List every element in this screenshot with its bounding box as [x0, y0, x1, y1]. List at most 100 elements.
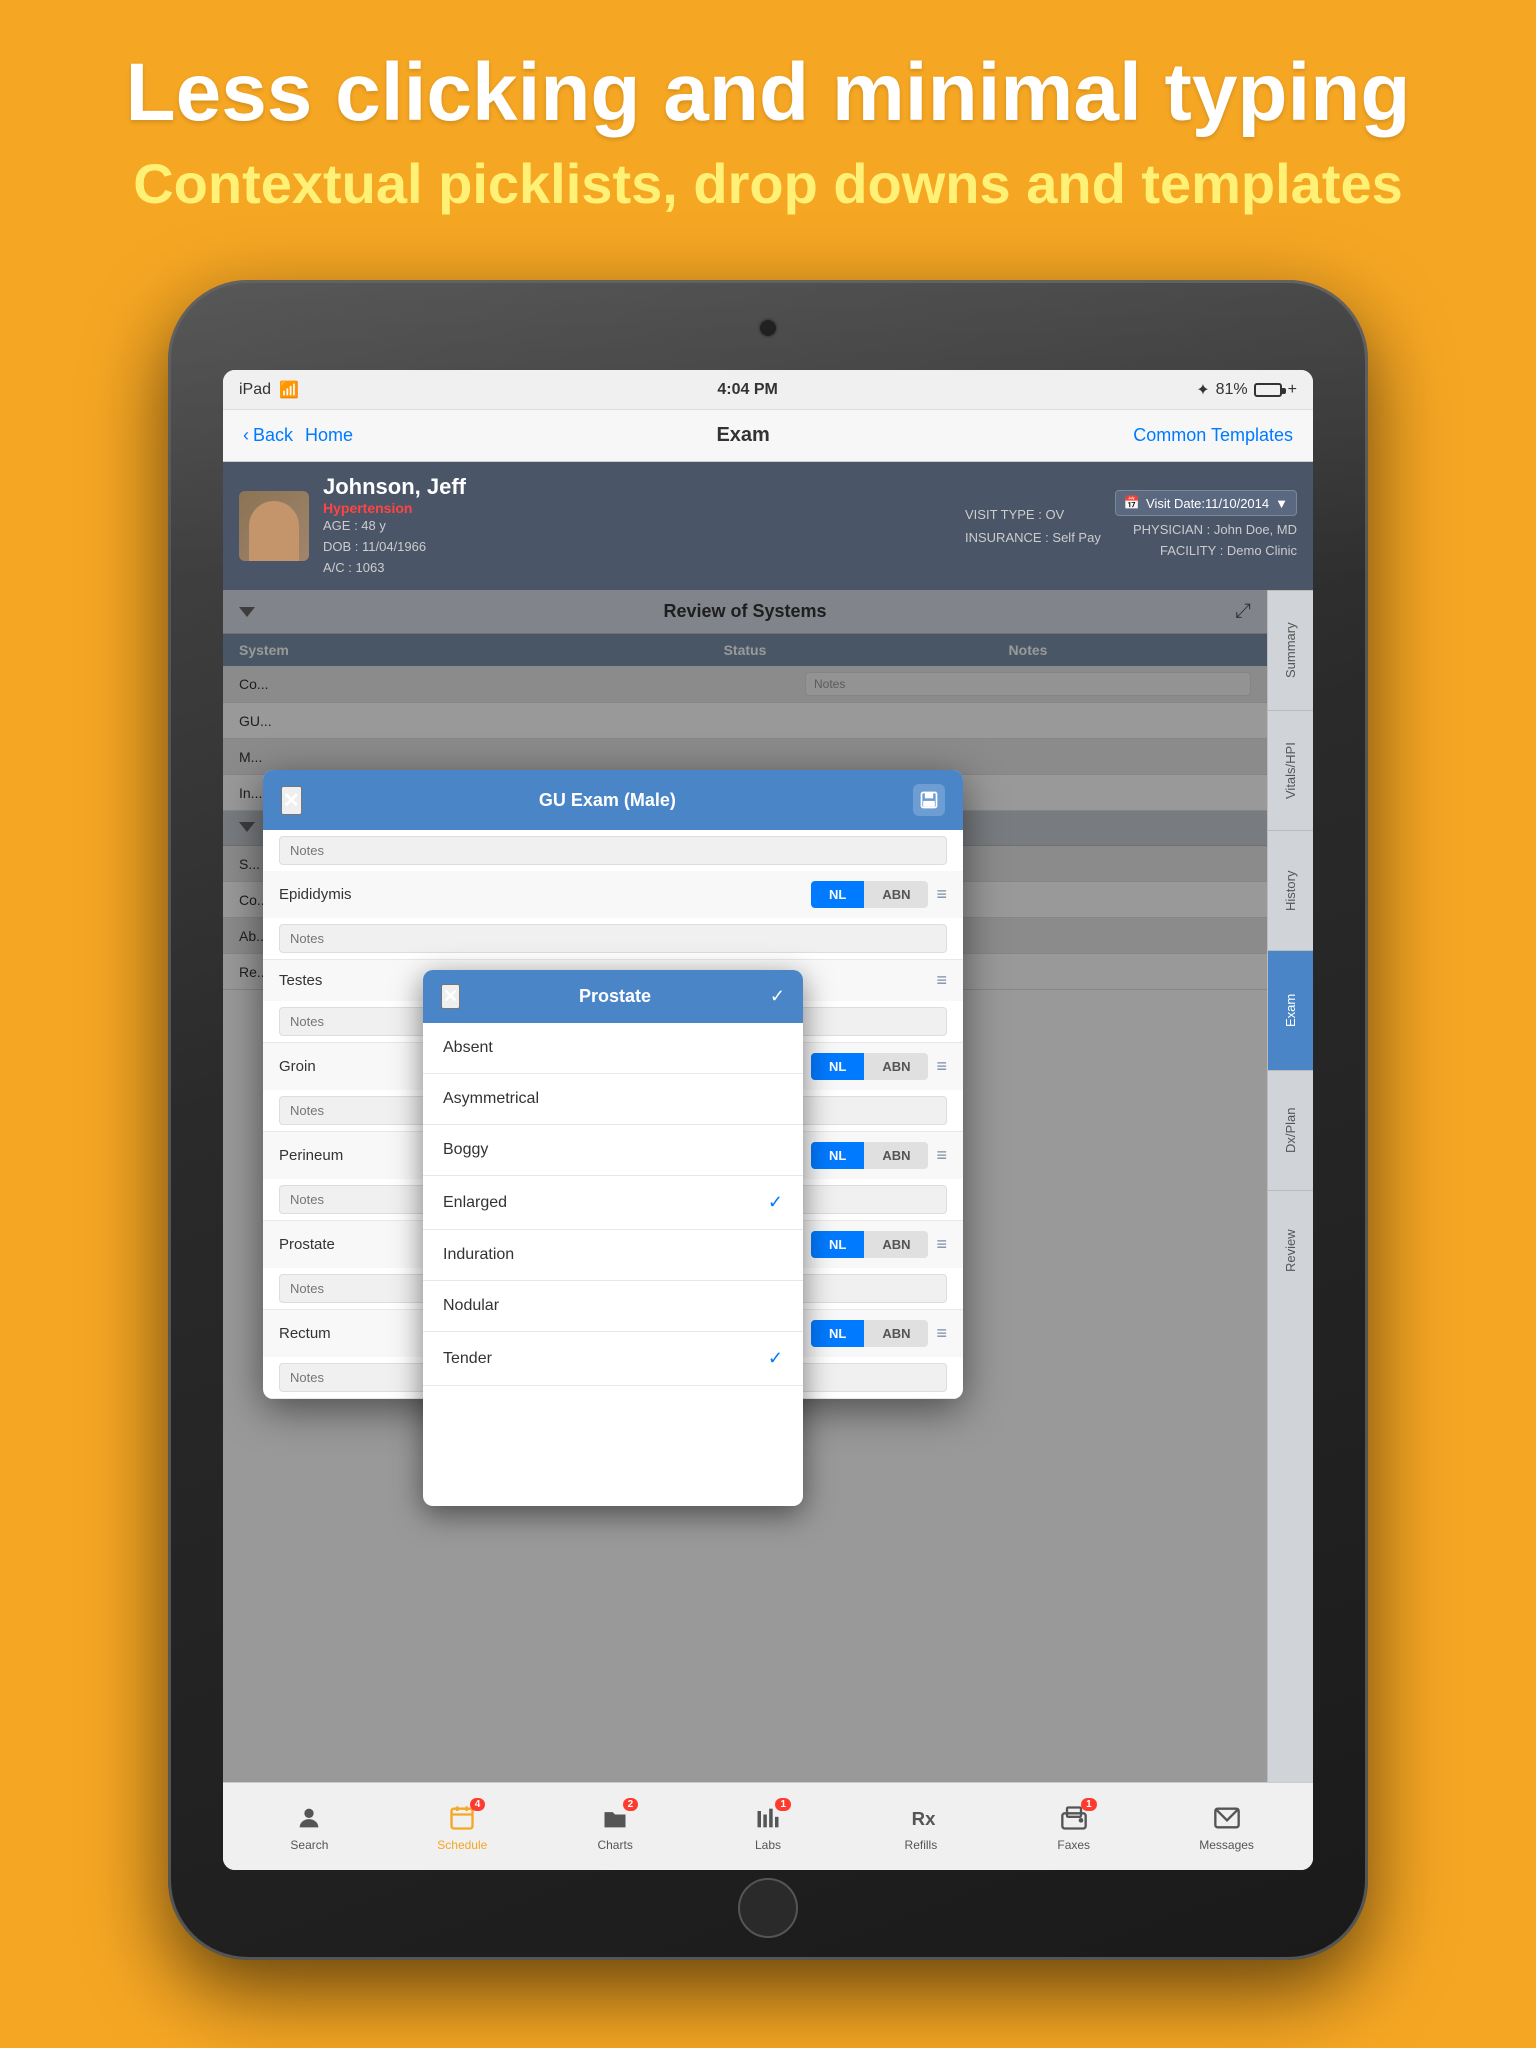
sidebar-tab-summary[interactable]: Summary — [1268, 590, 1313, 710]
enlarged-label: Enlarged — [443, 1194, 507, 1212]
tab-charts[interactable]: 2 Charts — [539, 1802, 692, 1852]
gu-perineum-abn-button[interactable]: ABN — [864, 1142, 928, 1169]
home-label[interactable]: Home — [305, 425, 353, 446]
tab-refills[interactable]: Rx Refills — [844, 1802, 997, 1852]
prostate-dropdown: ✕ Prostate ✓ Absent Asymmetrical — [423, 970, 803, 1506]
induration-label: Induration — [443, 1246, 514, 1264]
gu-exam-close-button[interactable]: ✕ — [281, 786, 302, 815]
nav-bar: ‹ Back Home Exam Common Templates — [223, 410, 1313, 462]
bluetooth-icon: ✦ — [1196, 380, 1209, 400]
perineum-list-icon[interactable]: ≡ — [936, 1145, 947, 1166]
gu-rectum-abn-button[interactable]: ABN — [864, 1320, 928, 1347]
gu-epididymis-nl-button[interactable]: NL — [811, 881, 864, 908]
camera — [758, 318, 778, 338]
header-section: Less clicking and minimal typing Context… — [0, 0, 1536, 251]
tab-labs[interactable]: 1 Labs — [692, 1802, 845, 1852]
labs-tab-icon: 1 — [749, 1802, 787, 1834]
visit-date: Visit Date:11/10/2014 — [1146, 496, 1269, 511]
rectum-list-icon[interactable]: ≡ — [936, 1323, 947, 1344]
patient-dob: DOB : 11/04/1966 — [323, 539, 426, 554]
messages-tab-label: Messages — [1199, 1838, 1254, 1852]
gu-epididymis-label: Epididymis — [279, 886, 811, 903]
section-content: Review of Systems ⤢ System Status Notes — [223, 590, 1267, 1782]
gu-epididymis-header: Epididymis NL ABN ≡ — [263, 871, 963, 918]
gu-perineum-buttons: NL ABN — [811, 1142, 929, 1169]
prostate-item-induration[interactable]: Induration — [423, 1230, 803, 1281]
physician-info: PHYSICIAN : John Doe, MD FACILITY : Demo… — [1115, 520, 1297, 562]
gu-epididymis-notes-input[interactable] — [279, 924, 947, 953]
status-right: ✦ 81% + — [1196, 380, 1297, 400]
screen-area: iPad 📶 4:04 PM ✦ 81% + — [223, 370, 1313, 1870]
sidebar-tab-history[interactable]: History — [1268, 830, 1313, 950]
gu-prostate-abn-button[interactable]: ABN — [864, 1231, 928, 1258]
main-title: Less clicking and minimal typing — [60, 48, 1476, 138]
battery-icon — [1254, 383, 1282, 397]
prostate-item-enlarged[interactable]: Enlarged ✓ — [423, 1176, 803, 1230]
sidebar-tab-dxplan[interactable]: Dx/Plan — [1268, 1070, 1313, 1190]
boggy-label: Boggy — [443, 1141, 488, 1159]
gu-exam-title: GU Exam (Male) — [302, 790, 913, 811]
gu-epididymis-abn-button[interactable]: ABN — [864, 881, 928, 908]
modal-overlay[interactable]: ✕ GU Exam (Male) — [223, 590, 1267, 1782]
messages-tab-icon — [1208, 1802, 1246, 1834]
gu-exam-header: ✕ GU Exam (Male) — [263, 770, 963, 830]
gu-groin-nl-button[interactable]: NL — [811, 1053, 864, 1080]
visit-date-badge: 📅 Visit Date:11/10/2014 ▼ — [1115, 490, 1297, 516]
nodular-label: Nodular — [443, 1297, 499, 1315]
prostate-list-icon[interactable]: ≡ — [936, 1234, 947, 1255]
prostate-item-boggy[interactable]: Boggy — [423, 1125, 803, 1176]
rx-icon: Rx — [907, 1804, 935, 1832]
patient-info: Johnson, Jeff Hypertension AGE : 48 y DO… — [323, 474, 951, 578]
wifi-icon: 📶 — [279, 380, 299, 400]
tab-bar: Search 4 — [223, 1782, 1313, 1870]
testes-list-icon[interactable]: ≡ — [936, 970, 947, 991]
patient-right: 📅 Visit Date:11/10/2014 ▼ PHYSICIAN : Jo… — [1115, 490, 1297, 562]
nav-title: Exam — [716, 424, 769, 447]
envelope-icon — [1213, 1804, 1241, 1832]
insurance: INSURANCE : Self Pay — [965, 530, 1101, 545]
list-icon[interactable]: ≡ — [936, 884, 947, 905]
page-background: Less clicking and minimal typing Context… — [0, 0, 1536, 251]
faxes-tab-icon: 1 — [1055, 1802, 1093, 1834]
prostate-dropdown-header: ✕ Prostate ✓ — [423, 970, 803, 1023]
asymmetrical-label: Asymmetrical — [443, 1090, 539, 1108]
prostate-item-tender[interactable]: Tender ✓ — [423, 1332, 803, 1386]
prostate-close-button[interactable]: ✕ — [441, 984, 460, 1009]
status-left: iPad 📶 — [239, 380, 299, 400]
patient-details: AGE : 48 y DOB : 11/04/1966 A/C : 1063 — [323, 516, 951, 578]
pre-notes-row — [263, 830, 963, 871]
gu-groin-abn-button[interactable]: ABN — [864, 1053, 928, 1080]
back-label[interactable]: Back — [253, 425, 293, 446]
prostate-confirm-button[interactable]: ✓ — [770, 986, 785, 1007]
prostate-item-nodular[interactable]: Nodular — [423, 1281, 803, 1332]
tender-check-icon: ✓ — [768, 1348, 783, 1369]
patient-ac: A/C : 1063 — [323, 560, 384, 575]
status-time: 4:04 PM — [717, 381, 777, 399]
groin-list-icon[interactable]: ≡ — [936, 1056, 947, 1077]
common-templates-button[interactable]: Common Templates — [1133, 425, 1293, 446]
home-button[interactable] — [738, 1878, 798, 1938]
prostate-item-absent[interactable]: Absent — [423, 1023, 803, 1074]
labs-tab-label: Labs — [755, 1838, 781, 1852]
prostate-item-asymmetrical[interactable]: Asymmetrical — [423, 1074, 803, 1125]
date-dropdown-icon[interactable]: ▼ — [1275, 496, 1288, 511]
tab-search[interactable]: Search — [233, 1802, 386, 1852]
tab-schedule[interactable]: 4 Schedule — [386, 1802, 539, 1852]
sidebar-tab-exam[interactable]: Exam — [1268, 950, 1313, 1070]
gu-exam-save-button[interactable] — [913, 784, 945, 816]
calendar-icon: 📅 — [1124, 495, 1140, 511]
sidebar-tab-vitals[interactable]: Vitals/HPI — [1268, 710, 1313, 830]
faxes-badge: 1 — [1081, 1798, 1097, 1811]
labs-badge: 1 — [775, 1798, 791, 1811]
tab-faxes[interactable]: 1 Faxes — [997, 1802, 1150, 1852]
gu-rectum-nl-button[interactable]: NL — [811, 1320, 864, 1347]
sidebar-tab-review[interactable]: Review — [1268, 1190, 1313, 1310]
gu-perineum-nl-button[interactable]: NL — [811, 1142, 864, 1169]
tab-messages[interactable]: Messages — [1150, 1802, 1303, 1852]
battery-charging: + — [1288, 381, 1297, 399]
gu-prostate-nl-button[interactable]: NL — [811, 1231, 864, 1258]
pre-notes-input[interactable] — [279, 836, 947, 865]
charts-tab-label: Charts — [597, 1838, 632, 1852]
nav-back-button[interactable]: ‹ Back Home — [243, 425, 353, 446]
charts-tab-icon: 2 — [596, 1802, 634, 1834]
